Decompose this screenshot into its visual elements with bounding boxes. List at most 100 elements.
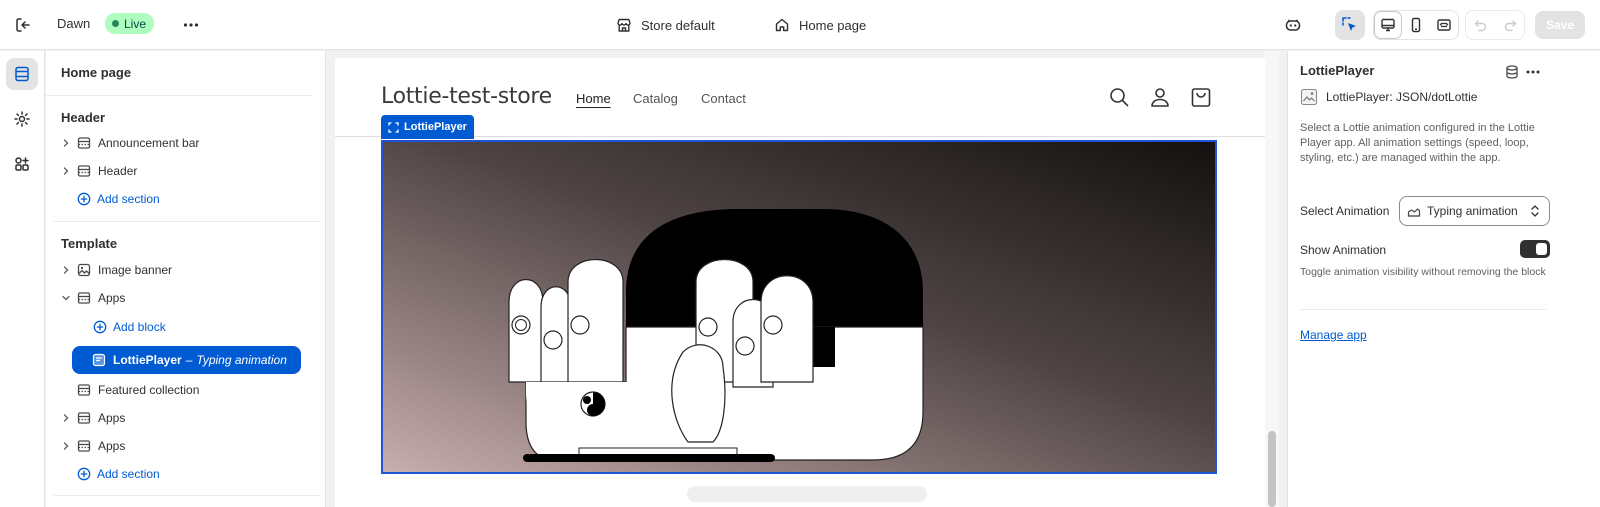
nav-link-catalog[interactable]: Catalog [633,91,678,106]
section-layout-icon [76,438,92,454]
save-button[interactable]: Save [1535,11,1585,39]
preview-canvas: Lottie-test-store Home Catalog Contact L… [327,51,1286,507]
add-section-label: Add section [97,467,160,481]
divider [46,95,312,96]
device-switcher [1373,10,1459,40]
section-label: Image banner [98,263,173,277]
block-settings-panel: LottiePlayer LottiePlayer: JSON/dotLotti… [1287,51,1600,507]
home-icon [774,17,790,33]
nav-link-home[interactable]: Home [576,91,611,106]
store-context-label: Store default [641,17,715,33]
panel-title: Home page [61,65,132,80]
chevron-down-icon[interactable] [58,290,74,306]
animation-select-value: Typing animation [1427,204,1518,218]
live-dot-icon [112,20,119,27]
block-name: LottiePlayer [113,353,182,367]
settings-gear-icon[interactable] [6,103,38,135]
add-block-button[interactable]: Add block [92,315,166,339]
mobile-view-icon[interactable] [1402,11,1430,39]
show-animation-toggle[interactable] [1520,240,1550,258]
chevron-right-icon[interactable] [58,438,74,454]
cursor-select-icon [1342,17,1356,31]
chevron-right-icon[interactable] [58,135,74,151]
section-label: Apps [98,291,126,305]
select-chevron-icon [1528,204,1542,218]
more-options-icon[interactable] [1524,63,1542,81]
store-context-selector[interactable]: Store default [616,13,715,37]
section-featured-collection[interactable]: Featured collection [76,378,199,402]
divider [54,495,320,496]
app-source: LottiePlayer: JSON/dotLottie [1300,87,1477,107]
section-apps[interactable]: Apps [58,406,125,430]
more-actions-icon[interactable] [180,14,202,36]
show-animation-label: Show Animation [1300,243,1387,257]
block-lottieplayer-selected[interactable]: LottiePlayer – Typing animation [72,346,301,374]
redo-icon[interactable] [1495,11,1524,39]
lottie-animation-frame[interactable] [381,140,1217,474]
plus-circle-icon [76,466,92,482]
storefront-preview[interactable]: Lottie-test-store Home Catalog Contact L… [335,58,1265,507]
ai-assistant-icon[interactable] [1278,10,1308,40]
preview-scrollbar[interactable] [1268,431,1276,507]
animation-type-icon [1407,204,1421,218]
database-icon[interactable] [1503,63,1521,81]
divider [1300,309,1546,310]
live-status-label: Live [124,16,147,31]
page-selector-label: Home page [799,17,867,33]
select-animation-label: Select Animation [1300,204,1390,218]
manage-app-link[interactable]: Manage app [1300,328,1367,342]
undo-icon[interactable] [1466,11,1495,39]
chevron-right-icon[interactable] [58,410,74,426]
sections-icon[interactable] [6,58,38,90]
settings-title: LottiePlayer [1300,63,1375,78]
add-section-header-button[interactable]: Add section [76,187,160,211]
section-apps[interactable]: Apps [58,434,125,458]
page-selector[interactable]: Home page [774,13,866,37]
exit-icon[interactable] [12,14,34,36]
section-image-banner[interactable]: Image banner [58,258,172,282]
section-layout-icon [76,163,92,179]
divider [54,221,320,222]
plus-circle-icon [92,319,108,335]
add-section-template-button[interactable]: Add section [76,462,160,486]
nav-link-contact[interactable]: Contact [701,91,746,106]
header-group-title: Header [61,110,106,125]
theme-name: Dawn [57,16,91,31]
section-layout-icon [76,382,92,398]
section-apps-expanded[interactable]: Apps [58,286,125,310]
section-label: Apps [98,439,126,453]
block-tag-label: LottiePlayer [404,121,467,133]
toggle-knob [1536,243,1547,255]
template-group-title: Template [61,236,118,251]
search-icon[interactable] [1108,86,1130,108]
section-layout-icon [76,410,92,426]
fullscreen-view-icon[interactable] [1430,11,1458,39]
store-logo-text[interactable]: Lottie-test-store [381,84,552,109]
section-label: Header [98,164,138,178]
header-divider [335,136,1265,137]
undo-redo-group [1465,10,1525,40]
typing-animation-illustration [508,209,924,462]
section-layout-icon [76,135,92,151]
store-icon [616,17,632,33]
live-status-badge: Live [105,13,155,34]
desktop-view-icon[interactable] [1374,11,1402,39]
apps-icon[interactable] [6,148,38,180]
chevron-right-icon[interactable] [58,262,74,278]
chevron-right-icon[interactable] [58,163,74,179]
editor-topbar: Dawn Live Store default Home page Save [0,0,1600,50]
section-label: Featured collection [98,383,200,397]
account-icon[interactable] [1149,86,1171,108]
app-block-icon [92,353,106,367]
animation-select[interactable]: Typing animation [1399,196,1550,226]
broken-image-icon [1300,88,1318,106]
cart-icon[interactable] [1190,86,1212,108]
section-announcement-bar[interactable]: Announcement bar [58,131,199,155]
add-section-label: Add section [97,192,160,206]
inspector-toggle-button[interactable] [1335,10,1365,40]
block-selection-tag[interactable]: LottiePlayer [381,115,474,139]
section-header[interactable]: Header [58,159,137,183]
editor-rail [0,51,45,507]
app-source-label: LottiePlayer: JSON/dotLottie [1326,90,1478,104]
section-label: Announcement bar [98,136,200,150]
